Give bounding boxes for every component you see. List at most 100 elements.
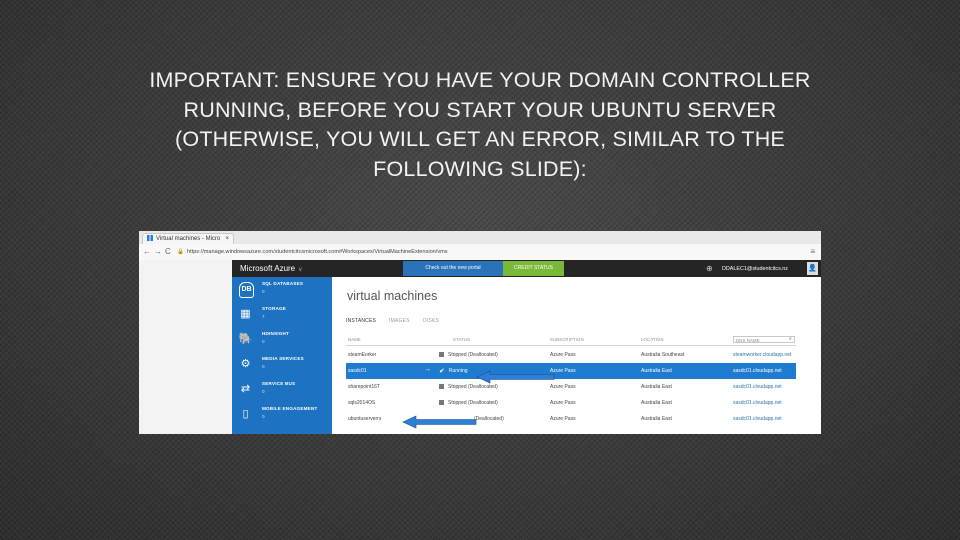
- sql-database-icon: DB: [239, 282, 254, 298]
- search-icon[interactable]: ⌕: [789, 336, 792, 343]
- hdinsight-icon: 🐘: [238, 333, 253, 345]
- reload-icon[interactable]: C: [165, 246, 171, 257]
- sidebar-item-label: SERVICE BUS: [262, 381, 296, 386]
- forward-arrow-icon[interactable]: →: [154, 246, 162, 257]
- vm-status: (Deallocated): [474, 416, 504, 422]
- column-header-dns[interactable]: DNS NAME ⌕: [733, 336, 795, 343]
- tab-title: Virtual machines - Micro: [156, 236, 221, 242]
- sidebar-item-mobile-engagement[interactable]: ▯ MOBILE ENGAGEMENT 0: [232, 402, 332, 427]
- url-field[interactable]: 🔒 https://manage.windowsazure.com/student…: [177, 247, 737, 257]
- back-arrow-icon[interactable]: ←: [143, 246, 151, 257]
- vm-name[interactable]: steamEorker: [348, 352, 376, 358]
- annotation-arrow-running: [476, 370, 555, 384]
- tab-close-icon[interactable]: ×: [225, 234, 229, 244]
- sidebar-item-label: MOBILE ENGAGEMENT: [262, 406, 318, 411]
- table-row[interactable]: steamEorker Stopped (Deallocated) Azure …: [346, 347, 796, 363]
- slide-headline: IMPORTANT: ENSURE YOU HAVE YOUR DOMAIN C…: [60, 66, 900, 184]
- vm-dns-link[interactable]: steamworker.cloudapp.net: [733, 352, 791, 358]
- column-header-location[interactable]: LOCATION: [641, 337, 664, 342]
- vm-main-panel: virtual machines INSTANCES IMAGES DISKS …: [332, 277, 821, 434]
- avatar[interactable]: 👤: [807, 262, 818, 275]
- brand-text: Microsoft Azure: [240, 264, 296, 273]
- services-sidebar: DB SQL DATABASES 0 ▦ STORAGE 7 🐘 HDINSIG…: [232, 277, 332, 434]
- vm-location: Australia Southeast: [641, 352, 685, 358]
- tab-images[interactable]: IMAGES: [389, 318, 410, 324]
- vm-status: ✔ Running: [439, 368, 468, 375]
- credit-status-button[interactable]: CREDIT STATUS: [503, 261, 564, 276]
- sidebar-item-hdinsight[interactable]: 🐘 HDINSIGHT 0: [232, 327, 332, 352]
- status-text: Stopped (Deallocated): [448, 352, 498, 358]
- table-row-selected[interactable]: sasdc01 → ✔ Running Azure Pass Australia …: [346, 363, 796, 379]
- headline-line-2: RUNNING, BEFORE YOU START YOUR UBUNTU SE…: [183, 97, 777, 122]
- browser-menu-icon[interactable]: ≡: [810, 246, 815, 257]
- column-header-status[interactable]: STATUS: [453, 337, 470, 342]
- stopped-icon: [439, 400, 444, 405]
- vm-dns-link[interactable]: sasdc01.cloudapp.net: [733, 416, 782, 422]
- tab-instances[interactable]: INSTANCES: [346, 318, 376, 324]
- storage-icon: ▦: [240, 308, 251, 320]
- running-check-icon: ✔: [439, 368, 445, 375]
- vm-status: Stopped (Deallocated): [439, 400, 498, 406]
- table-row[interactable]: sharepoint16T Stopped (Deallocated) Azur…: [346, 379, 796, 395]
- vm-name[interactable]: ubuntuserverrs: [348, 416, 381, 422]
- table-row[interactable]: sqls2014OS Stopped (Deallocated) Azure P…: [346, 395, 796, 411]
- headline-line-1: IMPORTANT: ENSURE YOU HAVE YOUR DOMAIN C…: [149, 68, 811, 92]
- headline-line-3: (OTHERWISE, YOU WILL GET AN ERROR, SIMIL…: [175, 127, 785, 151]
- annotation-arrow-ubuntu: [402, 415, 477, 429]
- portal-brand[interactable]: Microsoft Azure ∨: [240, 263, 303, 276]
- vm-location: Australia East: [641, 400, 672, 406]
- sidebar-item-count: 0: [262, 389, 265, 394]
- vm-subscription: Azure Pass: [550, 384, 576, 390]
- mobile-engagement-icon: ▯: [242, 408, 249, 420]
- vm-subscription: Azure Pass: [550, 352, 576, 358]
- tab-disks[interactable]: DISKS: [423, 318, 439, 324]
- vm-location: Australia East: [641, 384, 672, 390]
- portal-top-bar: Microsoft Azure ∨ Check out the new porta…: [232, 260, 821, 277]
- user-account[interactable]: DDALEC1@studentcitcs.nz: [722, 264, 788, 274]
- azure-portal-screenshot: Virtual machines - Micro × ← → C 🔒 https:…: [139, 231, 821, 434]
- vm-name[interactable]: sqls2014OS: [348, 400, 375, 406]
- media-services-icon: ⚙: [240, 358, 251, 370]
- dns-header-label: DNS NAME: [736, 338, 760, 343]
- left-blank-panel: [139, 260, 232, 434]
- vm-status: Stopped (Deallocated): [439, 384, 498, 390]
- sidebar-item-media-services[interactable]: ⚙ MEDIA SERVICES 0: [232, 352, 332, 377]
- sidebar-item-service-bus[interactable]: ⇄ SERVICE BUS 0: [232, 377, 332, 402]
- globe-icon[interactable]: ⊕: [706, 263, 713, 274]
- vm-status: Stopped (Deallocated): [439, 352, 498, 358]
- sidebar-item-count: 0: [262, 414, 265, 419]
- sidebar-item-label: HDINSIGHT: [262, 331, 290, 336]
- table-header: NAME STATUS SUBSCRIPTION LOCATION DNS NA…: [346, 336, 796, 346]
- windows-logo-icon: [147, 235, 153, 242]
- sidebar-item-sql-databases[interactable]: DB SQL DATABASES 0: [232, 277, 332, 302]
- new-portal-button[interactable]: Check out the new portal: [403, 261, 503, 276]
- vm-subscription: Azure Pass: [550, 416, 576, 422]
- row-arrow-icon[interactable]: →: [424, 366, 431, 373]
- vm-name[interactable]: sasdc01: [348, 368, 367, 374]
- sidebar-item-label: STORAGE: [262, 306, 287, 311]
- column-header-subscription[interactable]: SUBSCRIPTION: [550, 337, 584, 342]
- url-text: https://manage.windowsazure.com/studentc…: [186, 249, 448, 255]
- lock-icon: 🔒: [177, 249, 184, 255]
- chevron-down-icon: ∨: [298, 267, 303, 273]
- sidebar-item-count: 0: [262, 364, 265, 369]
- status-text: Stopped (Deallocated): [448, 400, 498, 406]
- sidebar-item-storage[interactable]: ▦ STORAGE 7: [232, 302, 332, 327]
- sidebar-item-count: 0: [262, 289, 265, 294]
- vm-dns-link[interactable]: sasdc01.cloudapp.net: [733, 384, 782, 390]
- stopped-icon: [439, 384, 444, 389]
- column-header-name[interactable]: NAME: [348, 337, 361, 342]
- vm-name[interactable]: sharepoint16T: [348, 384, 380, 390]
- service-bus-icon: ⇄: [240, 383, 251, 395]
- headline-line-4: FOLLOWING SLIDE):: [373, 156, 587, 181]
- vm-location: Australia East: [641, 368, 672, 374]
- vm-dns-link[interactable]: sasdc01.cloudapp.net: [733, 368, 782, 374]
- vm-location: Australia East: [641, 416, 672, 422]
- sidebar-item-label: MEDIA SERVICES: [262, 356, 304, 361]
- page-title: virtual machines: [347, 289, 438, 303]
- sidebar-item-count: 0: [262, 339, 265, 344]
- vm-dns-link[interactable]: sasdc01.cloudapp.net: [733, 400, 782, 406]
- sidebar-item-label: SQL DATABASES: [262, 281, 304, 286]
- browser-tab-bar: Virtual machines - Micro ×: [139, 231, 821, 245]
- vm-subscription: Azure Pass: [550, 400, 576, 406]
